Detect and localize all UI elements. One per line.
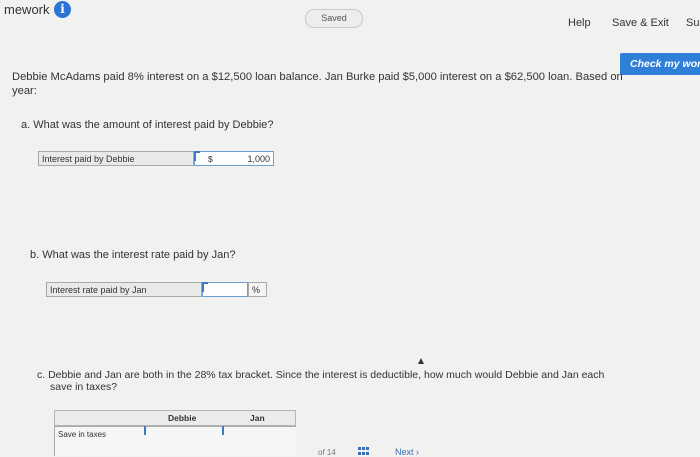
dollar-unit: $ bbox=[208, 154, 213, 164]
saved-status-badge: Saved bbox=[305, 9, 363, 28]
question-c-line2: save in taxes? bbox=[50, 381, 118, 393]
info-icon[interactable]: i bbox=[54, 1, 71, 18]
input-focus-marker bbox=[202, 282, 208, 292]
submit-link[interactable]: Su bbox=[686, 17, 699, 29]
problem-prompt: Debbie McAdams paid 8% interest on a $12… bbox=[12, 70, 700, 98]
question-a: a. What was the amount of interest paid … bbox=[21, 119, 274, 131]
col-debbie: Debbie bbox=[168, 413, 197, 423]
input-focus-marker bbox=[222, 426, 224, 435]
input-focus-marker bbox=[194, 151, 200, 161]
help-link[interactable]: Help bbox=[568, 17, 591, 29]
table-left-border bbox=[54, 426, 55, 456]
cursor-pointer-icon bbox=[418, 358, 424, 364]
assignment-title: mework bbox=[4, 2, 50, 17]
problem-prompt-line1: Debbie McAdams paid 8% interest on a $12… bbox=[12, 71, 623, 83]
percent-unit: % bbox=[248, 282, 267, 297]
interest-debbie-value: 1,000 bbox=[247, 154, 270, 164]
grid-view-icon[interactable] bbox=[358, 447, 369, 456]
interest-rate-jan-input[interactable] bbox=[202, 282, 248, 297]
save-exit-link[interactable]: Save & Exit bbox=[612, 17, 669, 29]
input-focus-marker bbox=[144, 426, 146, 435]
interest-debbie-label: Interest paid by Debbie bbox=[38, 151, 194, 166]
save-taxes-debbie-input[interactable] bbox=[144, 426, 222, 456]
problem-prompt-line2: year: bbox=[12, 85, 37, 97]
interest-debbie-input[interactable]: $ 1,000 bbox=[194, 151, 274, 166]
question-c-line1: c. Debbie and Jan are both in the 28% ta… bbox=[37, 369, 605, 381]
save-taxes-jan-input[interactable] bbox=[222, 426, 296, 456]
question-c: c. Debbie and Jan are both in the 28% ta… bbox=[37, 369, 604, 393]
col-jan: Jan bbox=[250, 413, 265, 423]
interest-rate-jan-label: Interest rate paid by Jan bbox=[46, 282, 202, 297]
save-in-taxes-label: Save in taxes bbox=[58, 430, 107, 439]
question-b: b. What was the interest rate paid by Ja… bbox=[30, 249, 236, 261]
